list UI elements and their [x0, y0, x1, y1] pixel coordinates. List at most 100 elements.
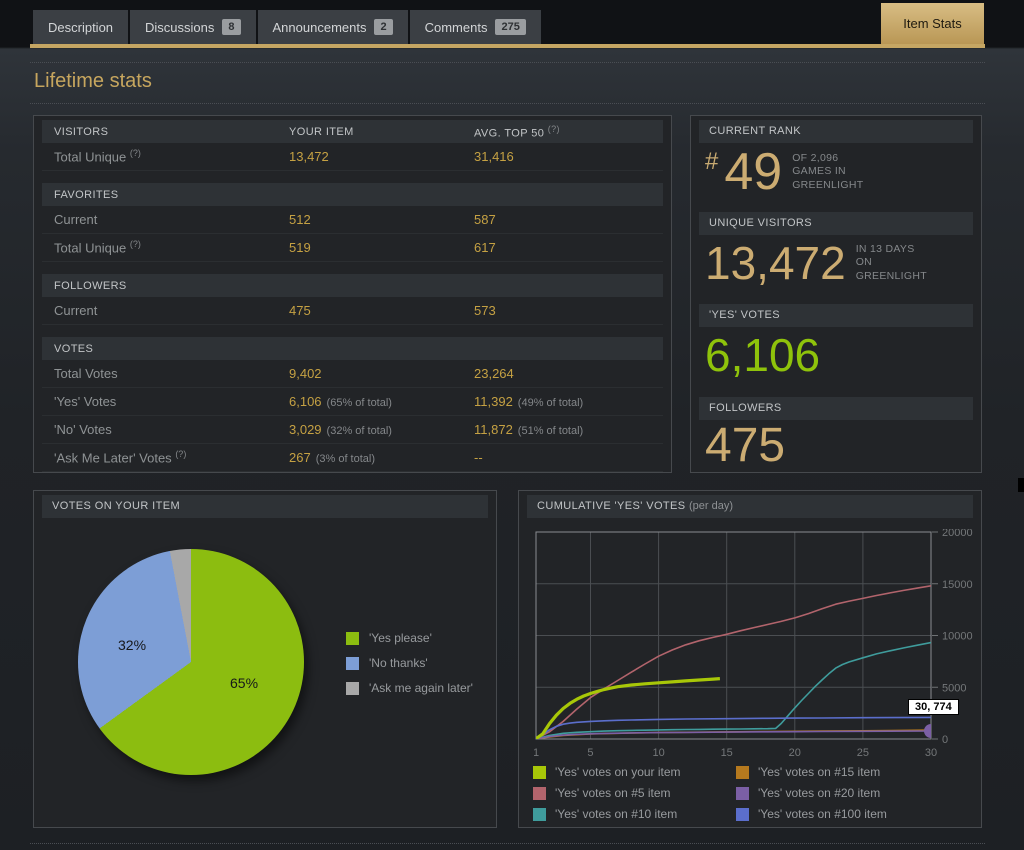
value-number: 573 [474, 303, 496, 318]
current-rank-header: CURRENT RANK [699, 120, 973, 143]
value-number: 3,029 [289, 422, 322, 437]
value-number: 519 [289, 240, 311, 255]
tab-count-badge: 275 [495, 19, 526, 35]
rank-hash-sign: # [705, 148, 719, 175]
row-label: Current [54, 303, 98, 318]
tab-bar: Description Discussions 8 Announcements 2 Com… [33, 10, 541, 44]
x-tick-label: 15 [721, 747, 733, 759]
line-legend-item: 'Yes' votes on #20 item [736, 786, 939, 800]
value-number: 512 [289, 212, 311, 227]
unique-visitors-note: IN 13 DAYS ON GREENLIGHT [855, 242, 927, 282]
section-title: FAVORITES [54, 188, 119, 201]
stats-table: VISITORS YOUR ITEM AVG. TOP 50 (?) Total Un… [42, 120, 663, 472]
current-rank-row: # 49 OF 2,096 GAMES IN GREENLIGHT [705, 146, 863, 198]
pie-label-no-pct: 32% [118, 637, 147, 653]
value-number: 267 [289, 450, 311, 465]
your-item-value: 267 (3% of total) [289, 450, 474, 465]
legend-swatch [533, 765, 546, 779]
stats-row: 'No' Votes 3,029 (32% of total) 11,872 (51% … [42, 416, 663, 444]
legend-label: 'No thanks' [369, 656, 428, 670]
yes-votes-row: 6,106 [705, 332, 820, 378]
tab-announcements[interactable]: Announcements 2 [257, 10, 408, 44]
section-title: FOLLOWERS [54, 279, 127, 292]
tab-label: Description [48, 19, 114, 35]
votes-pie-chart [78, 549, 304, 775]
stats-section-followers: FOLLOWERS Current 475 573 [42, 274, 663, 325]
value-percent-note: (65% of total) [326, 397, 392, 409]
legend-label: 'Yes please' [369, 631, 432, 645]
summary-panel: CURRENT RANK # 49 OF 2,096 GAMES IN GREE… [690, 115, 982, 473]
section-title: VOTES [54, 342, 94, 355]
legend-column-2: 'Yes' votes on #15 item 'Yes' votes on #2… [736, 765, 939, 828]
avg-top50-value: 11,392 (49% of total) [474, 394, 663, 409]
stats-row: 'Yes' Votes 6,106 (65% of total) 11,392 (49%… [42, 388, 663, 416]
series-line-2 [536, 585, 931, 739]
legend-label: 'Yes' votes on your item [555, 765, 681, 779]
legend-label: 'Yes' votes on #5 item [555, 786, 671, 800]
rank-note: OF 2,096 GAMES IN GREENLIGHT [792, 151, 864, 191]
tab-description[interactable]: Description [33, 10, 129, 44]
lifetime-stats-table-panel: VISITORS YOUR ITEM AVG. TOP 50 (?) Total Un… [33, 115, 672, 473]
section-header: VISITORS YOUR ITEM AVG. TOP 50 (?) [42, 120, 663, 143]
line-chart-area: 0 5000 10000 15000 20000 1 5 10 15 20 25 30 30, 774 [533, 527, 980, 769]
x-tick-label: 25 [857, 747, 869, 759]
row-label: 'Yes' Votes [54, 394, 117, 409]
your-item-value: 519 [289, 240, 474, 255]
value-percent-note: (49% of total) [517, 397, 584, 409]
avg-top50-value: 573 [474, 303, 663, 318]
yes-votes-header: 'YES' VOTES [699, 304, 973, 327]
row-label: 'Ask Me Later' Votes (?) [54, 449, 187, 466]
followers-header: FOLLOWERS [699, 397, 973, 420]
tab-comments[interactable]: Comments 275 [409, 10, 541, 44]
value-percent-note: (51% of total) [517, 425, 584, 437]
legend-swatch [736, 786, 749, 800]
line-legend-item: 'Yes' votes on #100 item [736, 807, 939, 821]
line-legend-item: 'Yes' votes on #5 item [533, 786, 736, 800]
divider-under-title [30, 103, 985, 104]
your-item-value: 9,402 [289, 366, 474, 381]
x-tick-label: 20 [789, 747, 801, 759]
y-tick-label: 0 [942, 734, 948, 746]
line-chart-legend: 'Yes' votes on your item 'Yes' votes on #… [533, 765, 939, 828]
stats-row: Current 475 573 [42, 297, 663, 325]
value-number: 31,416 [474, 149, 514, 164]
stats-row: 'Ask Me Later' Votes (?) 267 (3% of total)… [42, 444, 663, 472]
row-label: Total Unique (?) [54, 148, 141, 165]
column-header-avg-top-50: AVG. TOP 50 (?) [474, 123, 560, 140]
y-tick-label: 20000 [942, 529, 973, 539]
y-tick-label: 15000 [942, 579, 973, 591]
value-percent-note: (32% of total) [326, 425, 392, 437]
line-chart-subtitle: (per day) [688, 500, 733, 512]
your-item-value: 475 [289, 303, 474, 318]
cumulative-yes-votes-chart: 050001000015000200001 5 10 15 20 25 30 [533, 527, 973, 759]
value-number: 475 [289, 303, 311, 318]
unique-visitors-header: UNIQUE VISITORS [699, 212, 973, 235]
x-tick-label: 10 [652, 747, 664, 759]
chart-tooltip: 30, 774 [908, 699, 959, 715]
legend-swatch [533, 807, 546, 821]
tab-item-stats[interactable]: Item Stats [881, 3, 984, 44]
avg-top50-value: 23,264 [474, 366, 663, 381]
legend-swatch [346, 656, 359, 670]
help-tooltip-marker[interactable]: (?) [130, 148, 141, 158]
section-header: FAVORITES [42, 183, 663, 206]
value-number: -- [474, 450, 483, 465]
row-label: Total Unique (?) [54, 239, 141, 256]
x-tick-label: 30 [925, 747, 937, 759]
legend-label: 'Yes' votes on #10 item [555, 807, 678, 821]
help-tooltip-marker[interactable]: (?) [130, 239, 141, 249]
help-tooltip-marker[interactable]: (?) [548, 124, 560, 134]
value-number: 617 [474, 240, 496, 255]
help-tooltip-marker[interactable]: (?) [175, 449, 186, 459]
legend-swatch [533, 786, 546, 800]
unique-visitors-row: 13,472 IN 13 DAYS ON GREENLIGHT [705, 240, 927, 286]
series-line-6 [536, 716, 931, 739]
tab-discussions[interactable]: Discussions 8 [130, 10, 256, 44]
value-number: 11,392 [474, 394, 513, 409]
tab-label: Discussions [145, 19, 215, 35]
unique-visitors-value: 13,472 [705, 237, 846, 289]
stats-section-votes: VOTES Total Votes 9,402 23,264 'Yes' Votes 6,… [42, 337, 663, 472]
y-tick-label: 10000 [942, 631, 973, 643]
value-number: 11,872 [474, 422, 513, 437]
pie-label-yes-pct: 65% [230, 675, 259, 691]
